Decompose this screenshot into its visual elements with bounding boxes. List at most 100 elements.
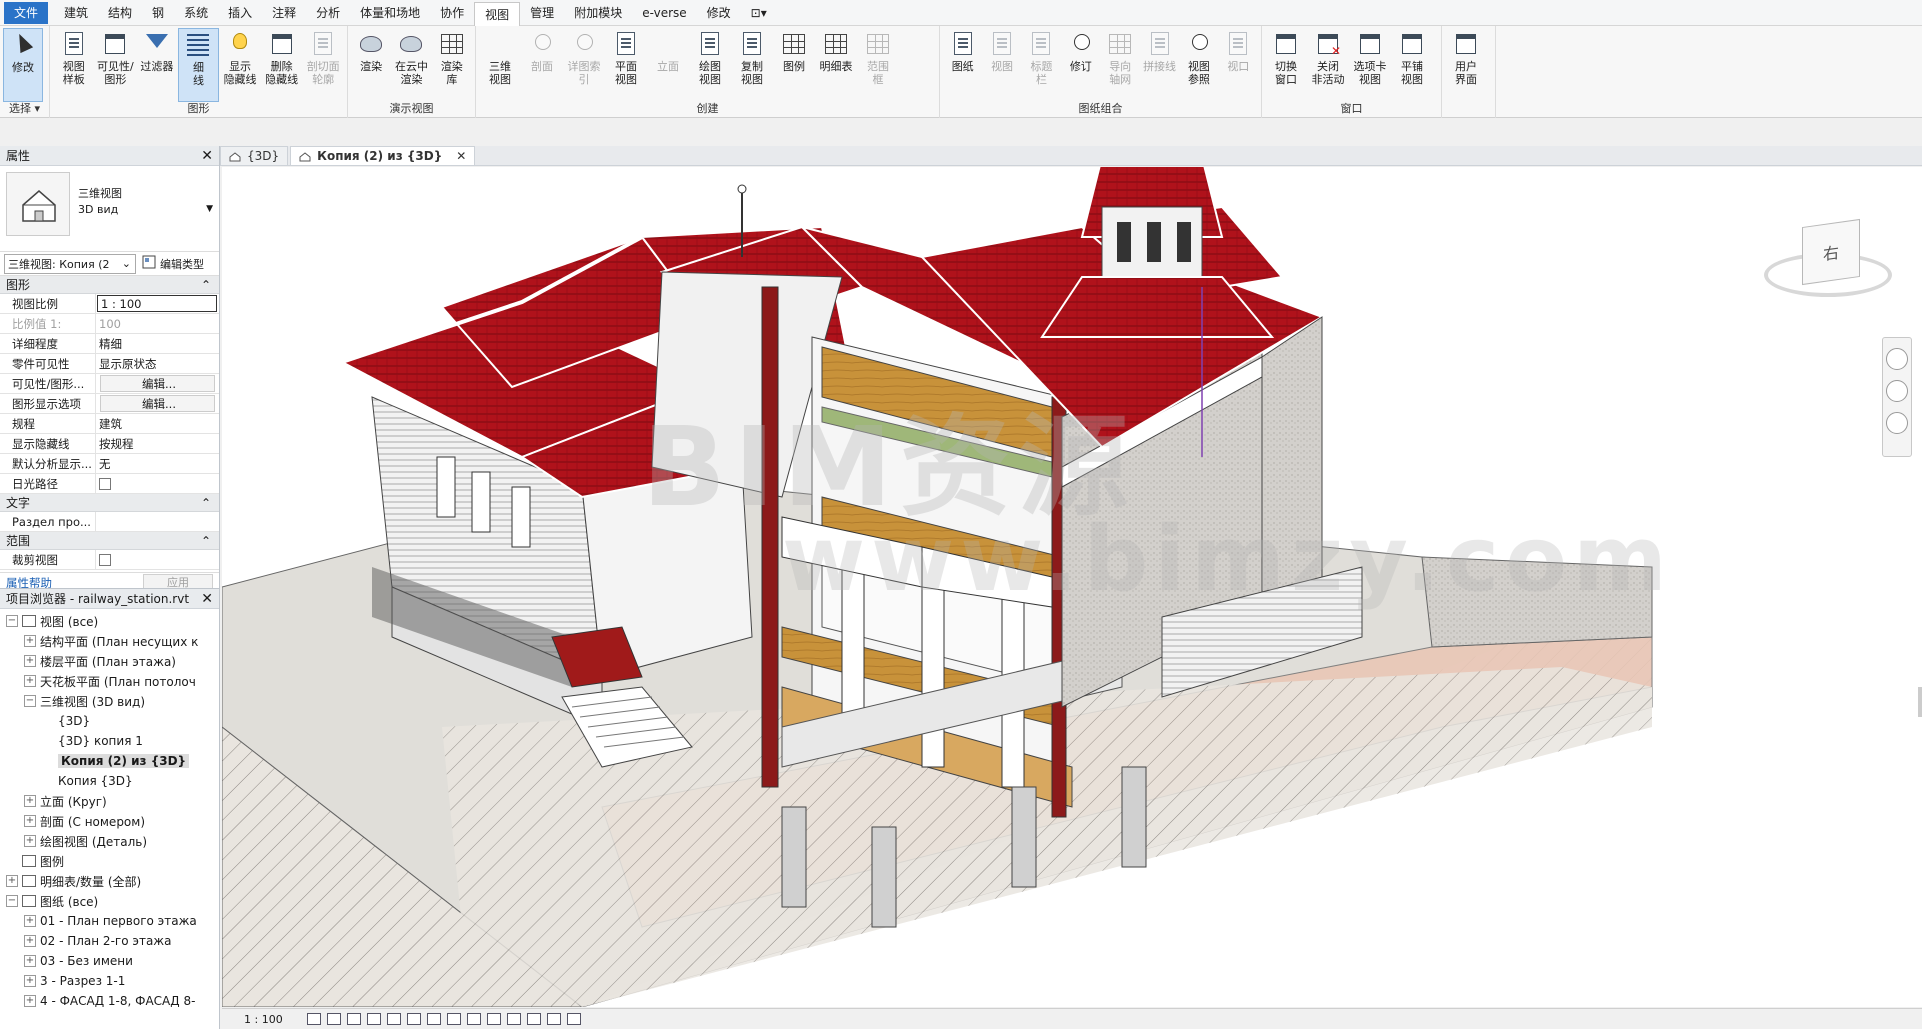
tree-node[interactable]: +4 - ФАСАД 1-8, ФАСАД 8- [0, 991, 219, 1011]
sun-path-checkbox[interactable] [99, 477, 111, 490]
menu-tab-9[interactable]: 协作 [430, 2, 474, 24]
prop-graphic-display[interactable]: 图形显示选项 编辑... [0, 394, 219, 414]
quick-access-dropdown-icon[interactable]: ⊡▾ [741, 2, 777, 24]
windows-button-2[interactable]: 选项卡 视图 [1349, 28, 1391, 102]
create-button-4[interactable]: 立面 [647, 28, 689, 102]
expand-icon[interactable]: + [24, 975, 36, 987]
expand-icon[interactable]: + [24, 935, 36, 947]
group-graphics[interactable]: 图形 ⌃ [0, 276, 219, 294]
tree-node[interactable]: + 绘图视图 (Деталь) [0, 831, 219, 851]
menu-tab-10[interactable]: 视图 [474, 1, 521, 27]
graphics-button-0[interactable]: 视图 样板 [53, 28, 95, 102]
windows-button-3[interactable]: 平铺 视图 [1391, 28, 1433, 102]
expand-icon[interactable]: + [24, 815, 36, 827]
tab-3d[interactable]: {3D} [220, 146, 289, 165]
presentation-button-0[interactable]: 渲染 [351, 28, 391, 102]
tree-node[interactable]: +3 - Разрез 1-1 [0, 971, 219, 991]
tree-node[interactable]: − 图纸 (все) [0, 891, 219, 911]
group-extents[interactable]: 范围 ⌃ [0, 532, 219, 550]
crop-view-checkbox[interactable] [99, 553, 111, 566]
menu-tab-14[interactable]: 修改 [697, 2, 741, 24]
sheet-button-2[interactable]: 标题 栏 [1022, 28, 1061, 102]
viewcube[interactable]: 右 [1802, 218, 1860, 286]
shadows-icon[interactable] [366, 1013, 381, 1025]
menu-tab-11[interactable]: 管理 [520, 2, 564, 24]
expand-icon[interactable]: + [24, 995, 36, 1007]
create-button-0[interactable]: 三维 视图 [479, 28, 521, 102]
tree-node[interactable]: +02 - План 2-го этажа [0, 931, 219, 951]
expand-icon[interactable]: + [24, 955, 36, 967]
modify-button[interactable]: 修改 [3, 28, 43, 102]
3d-viewport[interactable]: BIM资源 www.bimzy.com 右 [222, 167, 1922, 1007]
tree-node[interactable]: Копия {3D} [0, 771, 219, 791]
steering-wheel-icon[interactable] [1886, 348, 1908, 370]
create-button-3[interactable]: 平面 视图 [605, 28, 647, 102]
sheet-button-7[interactable]: 视口 [1219, 28, 1258, 102]
tree-node[interactable]: + 明细表/数量 (全部) [0, 871, 219, 891]
tab-copy-2-of-3d[interactable]: Копия (2) из {3D} ✕ [290, 146, 476, 165]
view-scale[interactable]: 1 : 100 [244, 1013, 283, 1026]
expand-icon[interactable]: + [24, 675, 36, 687]
prop-view-scale[interactable]: 视图比例 1 : 100 [0, 294, 219, 314]
menu-tab-12[interactable]: 附加模块 [564, 2, 632, 24]
prop-vg-overrides[interactable]: 可见性/图形... 编辑... [0, 374, 219, 394]
group-text[interactable]: 文字 ⌃ [0, 494, 219, 512]
tree-node[interactable]: {3D} копия 1 [0, 731, 219, 751]
menu-tab-3[interactable]: 钢 [142, 2, 174, 24]
prop-section[interactable]: Раздел про... [0, 512, 219, 532]
menu-tab-8[interactable]: 体量和场地 [350, 2, 430, 24]
expand-icon[interactable]: + [24, 835, 36, 847]
create-button-2[interactable]: 详图索引 [563, 28, 605, 102]
graphics-button-3[interactable]: 细 线 [177, 28, 220, 102]
edit-button[interactable]: 编辑... [100, 375, 215, 392]
graphics-button-4[interactable]: 显示 隐藏线 [219, 28, 261, 102]
detail-level-icon[interactable] [306, 1013, 321, 1025]
render-dialog-icon[interactable] [386, 1013, 401, 1025]
close-icon[interactable]: ✕ [456, 149, 466, 163]
show-crop-region-icon[interactable] [426, 1013, 441, 1025]
menu-tab-0[interactable]: 文件 [4, 1, 49, 24]
menu-tab-4[interactable]: 系统 [174, 2, 218, 24]
prop-parts-visibility[interactable]: 零件可见性 显示原状态 [0, 354, 219, 374]
create-button-1[interactable]: 剖面 [521, 28, 563, 102]
graphics-button-1[interactable]: 可见性/ 图形 [95, 28, 137, 102]
close-icon[interactable]: ✕ [201, 591, 213, 607]
zoom-icon[interactable] [1886, 380, 1908, 402]
prop-sun-path[interactable]: 日光路径 [0, 474, 219, 494]
menu-tab-6[interactable]: 注释 [262, 2, 306, 24]
prop-crop-view[interactable]: 裁剪视图 [0, 550, 219, 570]
expand-icon[interactable]: + [24, 915, 36, 927]
tree-node[interactable]: + 楼层平面 (План этажа) [0, 651, 219, 671]
prop-show-hidden[interactable]: 显示隐藏线 按规程 [0, 434, 219, 454]
temporary-hide-icon[interactable] [466, 1013, 481, 1025]
worksharing-display-icon[interactable] [506, 1013, 521, 1025]
menu-tab-7[interactable]: 分析 [306, 2, 350, 24]
create-button-8[interactable]: 明细表 [815, 28, 857, 102]
graphics-button-6[interactable]: 剖切面 轮廓 [302, 28, 344, 102]
create-button-9[interactable]: 范围 框 [857, 28, 899, 102]
close-icon[interactable]: ✕ [201, 148, 213, 164]
sheet-button-6[interactable]: 视图 参照 [1179, 28, 1218, 102]
pan-icon[interactable] [1886, 412, 1908, 434]
tree-node[interactable]: Копия (2) из {3D} [0, 751, 219, 771]
instance-selector[interactable]: 三维视图: Копия (2 ⌄ [4, 253, 136, 274]
create-button-5[interactable]: 绘图 视图 [689, 28, 731, 102]
tree-node[interactable]: − 视图 (все) [0, 611, 219, 631]
expand-icon[interactable]: + [24, 635, 36, 647]
graphics-button-2[interactable]: 过滤器 [136, 28, 178, 102]
menu-tab-2[interactable]: 结构 [98, 2, 142, 24]
highlight-displacement-icon[interactable] [566, 1013, 581, 1025]
tree-node[interactable]: + 剖面 (С номером) [0, 811, 219, 831]
scrollbar[interactable] [1918, 687, 1922, 717]
ui-button-0[interactable]: 用户 界面 [1445, 28, 1487, 102]
windows-button-1[interactable]: ✕ 关闭 非活动 [1307, 28, 1349, 102]
crop-view-icon[interactable] [406, 1013, 421, 1025]
tree-node[interactable]: {3D} [0, 711, 219, 731]
analytical-model-icon[interactable] [546, 1013, 561, 1025]
menu-tab-5[interactable]: 插入 [218, 2, 262, 24]
menu-tab-1[interactable]: 建筑 [54, 2, 98, 24]
create-button-7[interactable]: 图例 [773, 28, 815, 102]
sheet-button-0[interactable]: 图纸 [943, 28, 982, 102]
type-selector[interactable]: 三维视图 3D вид ▼ [0, 166, 219, 252]
prop-analysis-display[interactable]: 默认分析显示... 无 [0, 454, 219, 474]
